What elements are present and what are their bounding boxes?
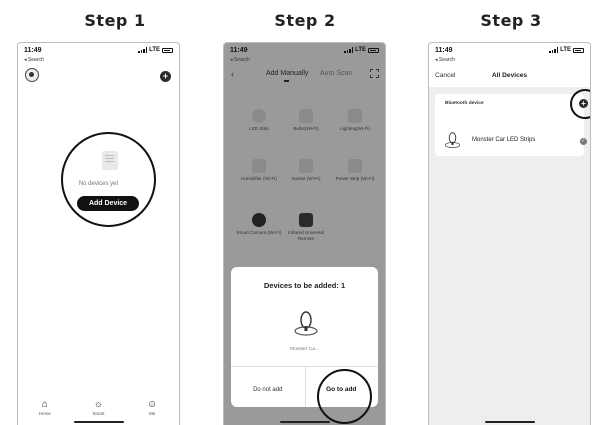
tab-me[interactable]: ☺ Me bbox=[132, 393, 172, 425]
led-strip-device-icon bbox=[444, 132, 461, 149]
back-chevron-icon[interactable]: ‹ bbox=[231, 69, 234, 79]
status-time: 11:49 bbox=[230, 47, 248, 54]
scan-icon[interactable] bbox=[370, 69, 379, 78]
tab-me-label: Me bbox=[149, 411, 156, 416]
category-lighting[interactable]: Lighting(Wi-Fi) bbox=[332, 109, 378, 132]
network-label: LTE bbox=[355, 47, 366, 53]
network-label: LTE bbox=[149, 47, 160, 53]
category-socket[interactable]: Socket (Wi-Fi) bbox=[283, 159, 329, 182]
humidifier-icon bbox=[252, 159, 266, 173]
category-bulbs[interactable]: Bulbs(Wi-Fi) bbox=[283, 109, 329, 132]
category-label: Smart Camera (Wi-Fi) bbox=[236, 230, 282, 235]
battery-icon bbox=[573, 47, 584, 53]
device-list-item-name[interactable]: Monster Car LED Strips bbox=[472, 137, 535, 143]
sheet-title: Devices to be added: 1 bbox=[263, 281, 346, 290]
status-bar: 11:49 LTE bbox=[230, 47, 379, 59]
status-time: 11:49 bbox=[435, 47, 453, 54]
status-bar: 11:49 LTE bbox=[435, 47, 584, 59]
sun-icon: ☼ bbox=[93, 399, 104, 410]
signal-icon bbox=[549, 47, 559, 53]
signal-icon bbox=[344, 47, 354, 53]
status-bar: 11:49 LTE bbox=[24, 47, 173, 59]
step-3-title: Step 3 bbox=[480, 11, 542, 30]
step-2-title: Step 2 bbox=[274, 11, 336, 30]
signal-icon bbox=[138, 47, 148, 53]
tab-smart-label: Smart bbox=[92, 411, 105, 416]
category-smart-camera[interactable]: Smart Camera (Wi-Fi) bbox=[236, 213, 282, 236]
tab-auto-scan[interactable]: Auto Scan bbox=[320, 70, 352, 77]
socket-icon bbox=[299, 159, 313, 173]
category-ir-remote[interactable]: Infrared Universal Remote bbox=[283, 213, 329, 242]
checkmark-icon[interactable]: ✓ bbox=[580, 138, 587, 145]
category-label: Power Strip (Wi-Fi) bbox=[335, 176, 375, 181]
step-1-title: Step 1 bbox=[84, 11, 146, 30]
battery-icon bbox=[368, 47, 379, 53]
sheet-device-name: Monster Ca... bbox=[290, 347, 319, 352]
phone-screen-step-3: 11:49 LTE ◂ Search All Devices Cancel Bl… bbox=[428, 42, 591, 425]
status-signal: LTE bbox=[138, 47, 173, 53]
led-strip-icon bbox=[252, 109, 266, 123]
home-indicator bbox=[73, 421, 124, 423]
power-strip-icon bbox=[348, 159, 362, 173]
lighting-icon bbox=[348, 109, 362, 123]
category-humidifier[interactable]: Humidifier (Wi-Fi) bbox=[236, 159, 282, 182]
home-icon: ⌂ bbox=[41, 399, 48, 410]
category-label: Socket (Wi-Fi) bbox=[291, 176, 321, 181]
section-label: Bluetooth device bbox=[445, 101, 484, 106]
status-signal: LTE bbox=[344, 47, 379, 53]
do-not-add-button[interactable]: Do not add bbox=[231, 387, 305, 393]
category-label: Infrared Universal Remote bbox=[287, 230, 325, 241]
phone-screen-step-2: 11:49 LTE ◂ Search ‹ Add Manually Auto S… bbox=[223, 42, 386, 425]
add-icon[interactable]: + bbox=[160, 71, 171, 82]
bulb-icon bbox=[299, 109, 313, 123]
category-label: Bulbs(Wi-Fi) bbox=[293, 126, 319, 131]
tab-add-manually[interactable]: Add Manually bbox=[266, 70, 308, 77]
all-devices-nav: All Devices Cancel bbox=[429, 71, 590, 83]
home-indicator bbox=[279, 421, 330, 423]
network-label: LTE bbox=[560, 47, 571, 53]
back-to-search-link[interactable]: ◂ Search bbox=[230, 57, 250, 63]
category-label: Lighting(Wi-Fi) bbox=[340, 126, 370, 131]
tab-home[interactable]: ⌂ Home bbox=[25, 393, 65, 425]
home-avatar-icon[interactable] bbox=[25, 68, 39, 82]
camera-icon bbox=[252, 213, 266, 227]
status-signal: LTE bbox=[549, 47, 584, 53]
cancel-button[interactable]: Cancel bbox=[435, 72, 456, 79]
phone-screen-step-1: 11:49 LTE ◂ Search + No devices yet Add … bbox=[17, 42, 180, 425]
home-indicator bbox=[484, 421, 535, 423]
tab-home-label: Home bbox=[38, 411, 51, 416]
smile-icon: ☺ bbox=[147, 399, 158, 410]
led-strip-device-icon bbox=[294, 311, 318, 336]
status-time: 11:49 bbox=[24, 47, 42, 54]
active-tab-indicator bbox=[284, 80, 289, 82]
highlight-circle bbox=[317, 369, 372, 424]
category-label: Humidifier (Wi-Fi) bbox=[241, 176, 277, 181]
remote-icon bbox=[299, 213, 313, 227]
back-to-search-link[interactable]: ◂ Search bbox=[435, 57, 455, 63]
category-label: LED Strip bbox=[249, 126, 269, 131]
highlight-circle bbox=[61, 132, 156, 227]
battery-icon bbox=[162, 47, 173, 53]
category-led-strip[interactable]: LED Strip bbox=[236, 109, 282, 132]
category-power-strip[interactable]: Power Strip (Wi-Fi) bbox=[332, 159, 378, 182]
add-device-nav: ‹ Add Manually Auto Scan bbox=[224, 69, 385, 83]
back-to-search-link[interactable]: ◂ Search bbox=[24, 57, 44, 63]
